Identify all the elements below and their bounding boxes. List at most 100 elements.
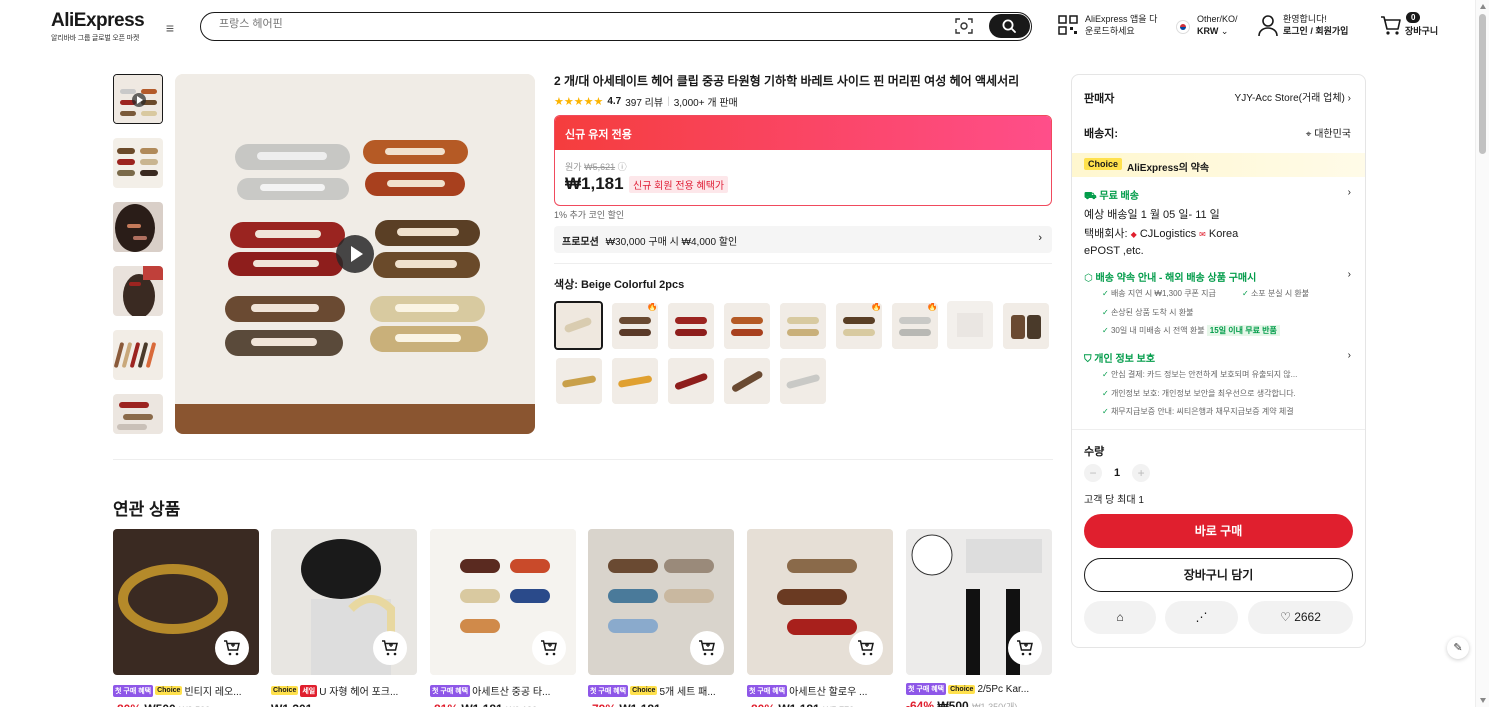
search-input[interactable] (219, 18, 919, 30)
main-product-image[interactable] (175, 74, 535, 434)
color-option-11[interactable] (612, 358, 658, 404)
product-card-title[interactable]: 첫 구매 혜택 Choice 빈티지 레오... (113, 683, 259, 698)
free-shipping-row[interactable]: ⛟ 무료 배송 (1084, 187, 1139, 204)
product-card-title[interactable]: 첫 구매 혜택 Choice 2/5Pc Kar... (906, 683, 1052, 695)
old-price: ₩1,350(개) (972, 702, 1018, 707)
guarantee-row[interactable]: ⬡ 배송 약속 안내 - 해외 배송 상품 구매시 (1084, 269, 1256, 284)
thumbnail-video[interactable] (113, 74, 163, 124)
color-option-13[interactable] (724, 358, 770, 404)
color-option-1[interactable] (554, 301, 603, 350)
chevron-right-icon[interactable]: › (1348, 350, 1351, 361)
seller-label: 판매자 (1084, 93, 1115, 105)
privacy-row[interactable]: ⛉ 개인 정보 보호 (1084, 350, 1155, 365)
product-card[interactable]: Choice세일U 자형 헤어 포크... ₩1,301 (271, 529, 417, 707)
guarantee-item-2: ✓ 소포 분실 시 환불 (1242, 288, 1309, 299)
currency: KRW (1197, 26, 1219, 36)
product-card[interactable]: 첫 구매 혜택Choice빈티지 레오... -80% ₩500 ₩2,500 (113, 529, 259, 707)
product-card-title[interactable]: 첫 구매 혜택 아세트산 할로우 ... (747, 683, 893, 698)
color-option-9[interactable] (1003, 303, 1049, 349)
qr-code-icon (1058, 15, 1078, 35)
add-to-cart-icon[interactable] (532, 631, 566, 665)
scroll-up-icon[interactable] (1480, 4, 1486, 9)
product-card-title[interactable]: 첫 구매 혜택 Choice 5개 세트 패... (588, 683, 734, 698)
product-name: 5개 세트 패... (659, 687, 716, 698)
product-tag: Choice (630, 686, 658, 695)
product-card[interactable]: 첫 구매 혜택아세트산 할로우 ... -80% ₩1,181 ₩5,770 (747, 529, 893, 707)
add-to-cart-icon[interactable] (373, 631, 407, 665)
wishlist-count: 2662 (1294, 610, 1321, 624)
add-to-cart-icon[interactable] (1008, 631, 1042, 665)
color-option-14[interactable] (780, 358, 826, 404)
scroll-down-icon[interactable] (1480, 698, 1486, 703)
color-option-6[interactable]: 🔥 (836, 303, 882, 349)
promotion-row[interactable]: 프로모션 ₩30,000 구매 시 ₩4,000 할인 › (554, 226, 1052, 253)
product-tag: Choice (155, 686, 183, 695)
review-count[interactable]: 397 리뷰 (625, 94, 663, 109)
info-icon[interactable]: ⓘ (618, 162, 627, 172)
cart-label: 장바구니 (1405, 26, 1439, 36)
chevron-right-icon: › (1347, 93, 1351, 104)
free-return-tag: 15일 이내 무료 반품 (1206, 325, 1280, 336)
search-bar (200, 12, 1032, 41)
product-card-image[interactable] (747, 529, 893, 675)
thumbnail-3[interactable] (113, 202, 163, 252)
original-price: 원가 ₩5,621 ⓘ (565, 160, 627, 173)
color-option-10[interactable] (556, 358, 602, 404)
login-link[interactable]: 로그인 / 회원가입 (1283, 26, 1348, 36)
product-card-title[interactable]: Choice 세일 U 자형 헤어 포크... (271, 683, 417, 698)
chevron-down-icon: ⌄ (1220, 26, 1229, 36)
quantity-value[interactable]: 1 (1114, 467, 1120, 479)
privacy-text-1: 안심 결제: 카드 정보는 안전하게 보호되며 유출되지 않... (1110, 370, 1298, 379)
image-search-icon[interactable] (955, 18, 973, 34)
add-to-cart-icon[interactable] (849, 631, 883, 665)
product-card-title[interactable]: 첫 구매 혜택 아세트산 중공 타... (430, 683, 576, 698)
color-option-5[interactable] (780, 303, 826, 349)
edit-icon[interactable]: ✎ (1447, 637, 1469, 659)
color-option-12[interactable] (668, 358, 714, 404)
ship-destination[interactable]: ⌖ 대한민국 (1306, 125, 1351, 140)
color-option-3[interactable] (668, 303, 714, 349)
coin-discount: 1% 추가 코인 할인 (554, 210, 625, 220)
play-video-button[interactable] (336, 235, 374, 273)
product-card-image[interactable] (271, 529, 417, 675)
ship-country: 대한민국 (1314, 129, 1351, 140)
color-option-4[interactable] (724, 303, 770, 349)
store-button[interactable]: ⌂ (1084, 601, 1156, 634)
privacy-item-1: ✓ 안심 결제: 카드 정보는 안전하게 보호되며 유출되지 않... (1102, 369, 1297, 380)
search-button[interactable] (989, 14, 1030, 38)
product-card[interactable]: 첫 구매 혜택 Choice 2/5Pc Kar... -64% ₩500 ₩1,35… (906, 529, 1052, 707)
privacy-title: 개인 정보 보호 (1094, 354, 1156, 365)
scroll-thumb[interactable] (1479, 14, 1486, 154)
buy-now-button[interactable]: 바로 구매 (1084, 514, 1353, 548)
add-to-cart-icon[interactable] (215, 631, 249, 665)
add-to-cart-button[interactable]: 장바구니 담기 (1084, 558, 1353, 592)
thumbnail-4[interactable] (113, 266, 163, 316)
product-card[interactable]: 첫 구매 혜택아세트산 중공 타... -81% ₩1,181 ₩6,190 (430, 529, 576, 707)
logo-subtitle: 알리바바 그룹 글로벌 오픈 마켓 (51, 35, 140, 42)
promo-text: ₩30,000 구매 시 ₩4,000 할인 (605, 237, 738, 248)
thumbnail-5[interactable] (113, 330, 163, 380)
share-button[interactable]: ⋰ (1165, 601, 1238, 634)
product-card[interactable]: 첫 구매 혜택Choice5개 세트 패... -79% ₩1,181 (588, 529, 734, 707)
scrollbar[interactable] (1475, 0, 1489, 707)
color-option-7[interactable]: 🔥 (892, 303, 938, 349)
thumbnail-6[interactable] (113, 394, 163, 434)
chevron-right-icon[interactable]: › (1348, 269, 1351, 280)
product-card-image[interactable] (430, 529, 576, 675)
product-card-image[interactable] (113, 529, 259, 675)
product-card-image[interactable] (906, 529, 1052, 675)
decrease-button[interactable]: − (1084, 464, 1102, 482)
menu-icon[interactable]: ≡ (162, 20, 178, 36)
thumbnail-2[interactable] (113, 138, 163, 188)
color-option-2[interactable]: 🔥 (612, 303, 658, 349)
color-option-8[interactable] (947, 301, 993, 349)
new-user-banner: 신규 유저 전용 (555, 116, 1051, 150)
seller-link[interactable]: YJY-Acc Store(거래 업체) › (1235, 89, 1351, 104)
product-card-image[interactable] (588, 529, 734, 675)
chevron-right-icon[interactable]: › (1348, 187, 1351, 198)
wishlist-button[interactable]: ♡ 2662 (1248, 601, 1353, 634)
aliexpress-logo[interactable]: AliExpress 알리바바 그룹 글로벌 오픈 마켓 (51, 10, 145, 43)
chevron-right-icon: › (1038, 232, 1042, 244)
increase-button[interactable]: + (1132, 464, 1151, 482)
add-to-cart-icon[interactable] (690, 631, 724, 665)
